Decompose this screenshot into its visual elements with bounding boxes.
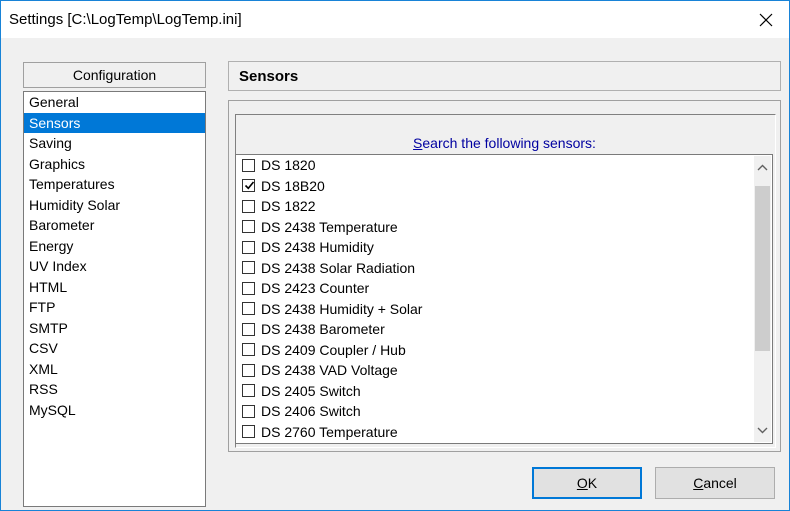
sensor-label: DS 2406 Switch <box>261 403 361 419</box>
settings-window: Settings [C:\LogTemp\LogTemp.ini] Config… <box>0 0 790 511</box>
sensor-checkbox[interactable] <box>242 240 255 254</box>
sensor-item[interactable]: DS 2423 Counter <box>236 278 772 299</box>
sensor-item[interactable]: DS 2406 Switch <box>236 401 772 422</box>
search-label-text: earch the following sensors: <box>422 135 596 151</box>
sensor-label: DS 1822 <box>261 198 316 214</box>
sensor-checkbox[interactable] <box>242 384 255 398</box>
sensor-item[interactable]: DS 18B20 <box>236 176 772 197</box>
sensor-checkbox[interactable] <box>242 343 255 357</box>
config-item-csv[interactable]: CSV <box>24 338 205 359</box>
config-item-xml[interactable]: XML <box>24 359 205 380</box>
sensor-label: DS 2438 Solar Radiation <box>261 259 416 276</box>
sensor-label: DS 2438 Temperature <box>261 218 398 235</box>
sensor-item[interactable]: DS 1820 <box>236 155 772 176</box>
window-title: Settings [C:\LogTemp\LogTemp.ini] <box>9 11 242 28</box>
sensor-checkbox[interactable] <box>242 158 255 172</box>
sensor-label: DS 2760 Temperature <box>261 423 398 440</box>
sensor-label: DS 2438 Barometer <box>261 321 385 337</box>
cancel-accelerator: C <box>693 475 704 491</box>
sensor-label: DS 1820 <box>261 157 316 173</box>
config-item-sensors[interactable]: Sensors <box>24 112 205 133</box>
sensor-items: DS 1820 DS 18B20 DS 1822 DS 2438 Temperatur… <box>236 155 772 442</box>
search-label-accelerator: S <box>413 135 423 151</box>
sensor-item[interactable]: DS 2438 Solar Radiation <box>236 258 772 279</box>
sensor-list[interactable]: DS 1820 DS 18B20 DS 1822 DS 2438 Temperatur… <box>235 154 773 444</box>
title-bar: Settings [C:\LogTemp\LogTemp.ini] <box>1 1 789 38</box>
config-item-ftp[interactable]: FTP <box>24 297 205 318</box>
config-item-general[interactable]: General <box>24 92 205 113</box>
config-item-humidity-solar[interactable]: Humidity Solar <box>24 195 205 216</box>
configuration-list[interactable]: General Sensors Saving Graphics Temperatures… <box>23 91 206 507</box>
checkmark-icon <box>244 181 255 190</box>
sensor-checkbox[interactable] <box>242 425 255 439</box>
config-item-rss[interactable]: RSS <box>24 379 205 400</box>
sensor-list-scrollbar[interactable] <box>754 156 771 442</box>
close-button[interactable] <box>743 1 789 38</box>
cancel-button[interactable]: Cancel <box>655 467 775 499</box>
config-item-saving[interactable]: Saving <box>24 133 205 154</box>
config-item-html[interactable]: HTML <box>24 277 205 298</box>
sensors-header: Sensors <box>228 61 781 91</box>
sensor-checkbox[interactable] <box>242 179 255 193</box>
sensor-item[interactable]: DS 1822 <box>236 196 772 217</box>
ok-accelerator: O <box>576 475 588 491</box>
config-item-graphics[interactable]: Graphics <box>24 154 205 175</box>
sensor-item[interactable]: DS 2438 Barometer <box>236 319 772 340</box>
sensor-item[interactable]: DS 2438 Temperature <box>236 217 772 238</box>
search-sensors-label: Search the following sensors: <box>236 132 773 154</box>
sensor-item[interactable]: DS 2405 Switch <box>236 381 772 402</box>
config-item-smtp[interactable]: SMTP <box>24 318 205 339</box>
config-item-temperatures[interactable]: Temperatures <box>24 174 205 195</box>
sensor-label: DS 2409 Coupler / Hub <box>261 341 406 358</box>
sensor-item[interactable]: DS 2438 Humidity <box>236 237 772 258</box>
config-item-uv-index[interactable]: UV Index <box>24 256 205 277</box>
sensor-checkbox[interactable] <box>242 322 255 336</box>
sensor-label: DS 18B20 <box>261 177 325 194</box>
sensor-checkbox[interactable] <box>242 404 255 418</box>
sensor-checkbox[interactable] <box>242 220 255 234</box>
config-item-mysql[interactable]: MySQL <box>24 400 205 421</box>
close-icon <box>759 13 773 26</box>
sensor-label: DS 2438 Humidity + Solar <box>261 300 423 317</box>
sensor-label: DS 2405 Switch <box>261 382 361 399</box>
config-item-barometer[interactable]: Barometer <box>24 215 205 236</box>
scroll-thumb[interactable] <box>755 186 770 351</box>
sensor-label: DS 2423 Counter <box>261 280 370 296</box>
sensor-label: DS 2438 Humidity <box>261 239 374 255</box>
ok-button[interactable]: OK <box>532 467 642 499</box>
scroll-up-button[interactable] <box>754 159 771 176</box>
sensor-item[interactable]: DS 2760 Temperature <box>236 422 772 443</box>
sensor-checkbox[interactable] <box>242 281 255 295</box>
chevron-down-icon <box>757 427 768 434</box>
sensor-item[interactable]: DS 2438 Humidity + Solar <box>236 299 772 320</box>
sensor-checkbox[interactable] <box>242 261 255 275</box>
configuration-header: Configuration <box>23 62 206 88</box>
cancel-label-rest: ancel <box>703 475 737 491</box>
sensor-checkbox[interactable] <box>242 302 255 316</box>
scroll-down-button[interactable] <box>754 422 771 439</box>
sensor-item[interactable]: DS 2409 Coupler / Hub <box>236 340 772 361</box>
sensor-checkbox[interactable] <box>242 363 255 377</box>
chevron-up-icon <box>757 164 768 171</box>
ok-label-rest: K <box>587 475 598 491</box>
sensor-item[interactable]: DS 2438 VAD Voltage <box>236 360 772 381</box>
config-item-energy[interactable]: Energy <box>24 236 205 257</box>
sensor-checkbox[interactable] <box>242 199 255 213</box>
sensor-label: DS 2438 VAD Voltage <box>261 362 398 378</box>
